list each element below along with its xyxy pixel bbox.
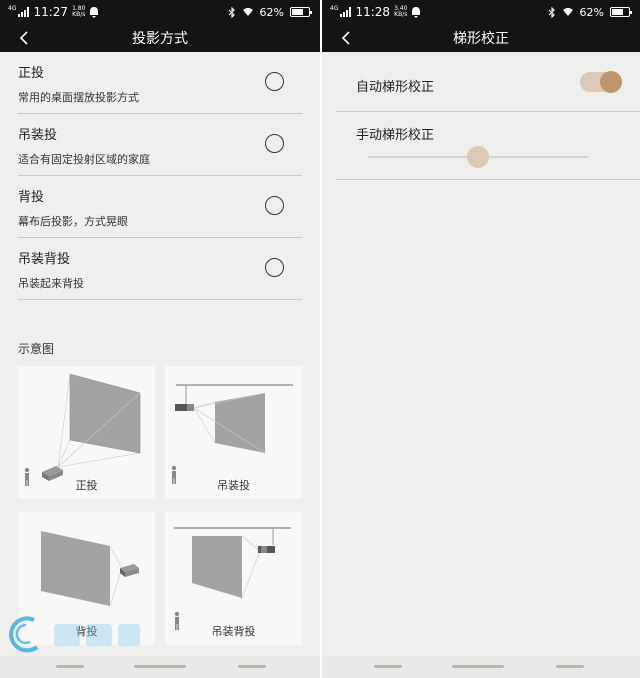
bluetooth-icon [548,6,555,18]
radio-button[interactable] [265,196,284,215]
manual-keystone-slider[interactable] [368,146,588,168]
notification-icon [90,6,99,18]
keystone-correction-screen: 4G 11:28 3.40 KB/s 62% 梯形校正 自动梯形校正 手动梯形校正 [322,0,640,678]
battery-icon [290,7,312,17]
title-bar: 梯形校正 [322,24,640,52]
diagram-caption: 吊装投 [217,479,250,492]
option-title: 吊装背投 [18,252,71,267]
nav-back-button[interactable] [238,665,266,668]
navigation-bar [0,656,320,678]
status-time: 11:27 [33,5,69,19]
diagram-ceiling: 吊装投 [165,366,302,499]
status-bar: 4G 11:27 1.80 KB/s 62% [0,0,320,24]
back-button[interactable] [336,28,356,48]
battery-percent: 62% [579,5,604,19]
page-title: 梯形校正 [453,31,509,47]
battery-percent: 62% [259,5,284,19]
diagram-caption: 正投 [75,479,98,492]
bluetooth-icon [228,6,235,18]
watermark-logo [9,616,140,653]
nav-home-button[interactable] [134,665,186,668]
option-subtitle: 常用的桌面摆放投影方式 [18,91,139,104]
nav-back-button[interactable] [556,665,584,668]
network-speed: 1.80 KB/s [72,5,86,18]
network-type: 4G [330,5,339,12]
manual-keystone-label: 手动梯形校正 [356,128,435,143]
nav-menu-button[interactable] [374,665,402,668]
status-time: 11:28 [355,5,391,19]
manual-keystone-row: 手动梯形校正 [336,112,640,180]
option-front[interactable]: 正投 常用的桌面摆放投影方式 [18,52,302,114]
battery-fill [292,9,304,15]
title-bar: 投影方式 [0,24,320,52]
option-title: 正投 [18,66,45,81]
diagram-caption: 吊装背投 [211,625,256,638]
navigation-bar [322,656,640,678]
nav-home-button[interactable] [452,665,504,668]
toggle-knob [600,71,622,93]
auto-keystone-label: 自动梯形校正 [356,80,435,95]
network-speed: 3.40 KB/s [394,5,408,18]
page-title: 投影方式 [132,31,188,47]
network-type: 4G [8,5,17,12]
battery-fill [612,9,624,15]
option-ceiling-rear[interactable]: 吊装背投 吊装起来背投 [18,238,302,300]
projection-options: 正投 常用的桌面摆放投影方式 吊装投 适合有固定投射区域的家庭 背投 幕布后投影… [0,52,320,300]
option-subtitle: 吊装起来背投 [18,277,84,290]
status-bar: 4G 11:28 3.40 KB/s 62% [322,0,640,24]
diagram-front: 正投 [18,366,155,499]
auto-keystone-toggle[interactable] [580,71,622,93]
wifi-icon [562,8,573,16]
diagram-section-label: 示意图 [18,342,55,356]
radio-button[interactable] [265,258,284,277]
nav-menu-button[interactable] [56,665,84,668]
back-button[interactable] [14,28,34,48]
back-arrow-icon [341,31,350,45]
diagram-ceiling-rear: 吊装背投 [165,512,302,645]
auto-keystone-row: 自动梯形校正 [336,52,640,112]
notification-icon [412,6,421,18]
projection-mode-screen: 4G 11:27 1.80 KB/s 62% 投影方式 正投 常用的桌面摆放投影方… [0,0,320,678]
battery-icon [610,7,632,17]
radio-button[interactable] [265,72,284,91]
signal-icon [340,7,352,17]
option-subtitle: 幕布后投影，方式晃眼 [18,215,128,228]
option-rear[interactable]: 背投 幕布后投影，方式晃眼 [18,176,302,238]
option-title: 吊装投 [18,128,58,143]
radio-button[interactable] [265,134,284,153]
option-title: 背投 [18,190,45,205]
option-subtitle: 适合有固定投射区域的家庭 [18,153,150,166]
wifi-icon [242,8,253,16]
slider-thumb[interactable] [467,146,489,168]
option-ceiling[interactable]: 吊装投 适合有固定投射区域的家庭 [18,114,302,176]
signal-icon [18,7,30,17]
back-arrow-icon [19,31,28,45]
